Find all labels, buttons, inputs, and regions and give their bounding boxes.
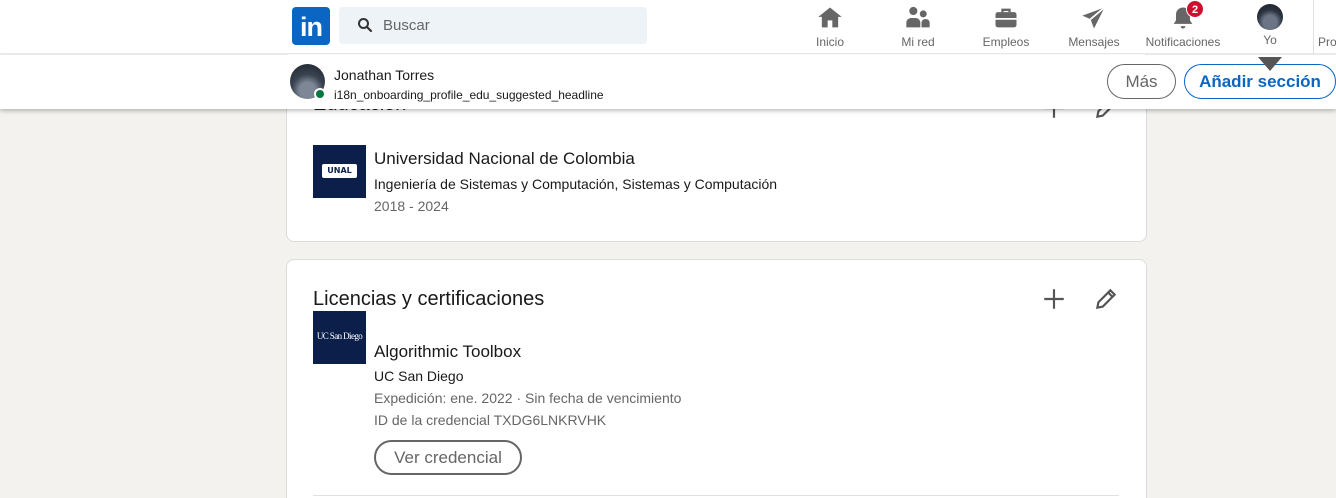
divider: [313, 495, 1119, 496]
certifications-card: Licencias y certificaciones UC San Diego…: [286, 259, 1147, 498]
profile-name: Jonathan Torres: [334, 67, 435, 83]
global-nav: in Inicio Mi red Empleos Mensajes 2 Noti…: [0, 0, 1336, 71]
credential-id: ID de la credencial TXDG6LNKRVHK: [374, 412, 607, 428]
chevron-down-icon: [1258, 57, 1282, 71]
nav-item-mensajes[interactable]: Mensajes: [1064, 0, 1124, 54]
people-icon: [906, 6, 930, 28]
search-input[interactable]: [383, 7, 633, 44]
notification-badge: 2: [1186, 0, 1204, 18]
avatar: [1257, 4, 1283, 30]
degree-text: Ingeniería de Sistemas y Computación, Si…: [374, 176, 778, 192]
edit-certification-icon[interactable]: [1093, 286, 1119, 312]
certification-issued: Expedición: ene. 2022 · Sin fecha de ven…: [374, 390, 682, 406]
nav-item-notificaciones[interactable]: 2 Notificaciones: [1140, 0, 1226, 54]
home-icon: [818, 7, 842, 28]
linkedin-logo[interactable]: in: [292, 7, 330, 45]
search-box[interactable]: [339, 7, 647, 44]
school-name[interactable]: Universidad Nacional de Colombia: [374, 149, 635, 169]
add-certification-icon[interactable]: [1041, 286, 1067, 312]
briefcase-icon: [995, 8, 1017, 28]
nav-item-pro[interactable]: Pro: [1318, 0, 1336, 54]
search-icon: [358, 18, 373, 33]
paper-plane-icon: [1082, 6, 1106, 29]
sticky-profile-bar: Jonathan Torres i18n_onboarding_profile_…: [0, 55, 1336, 109]
nav-divider: [1313, 0, 1314, 54]
nav-item-empleos[interactable]: Empleos: [978, 0, 1034, 54]
view-credential-button[interactable]: Ver credencial: [374, 440, 522, 475]
certification-name[interactable]: Algorithmic Toolbox: [374, 342, 521, 362]
nav-item-yo[interactable]: Yo: [1248, 0, 1292, 71]
education-dates: 2018 - 2024: [374, 198, 449, 214]
nav-item-inicio[interactable]: Inicio: [808, 0, 852, 54]
more-button[interactable]: Más: [1107, 64, 1176, 99]
online-status-dot: [314, 88, 326, 100]
profile-headline: i18n_onboarding_profile_edu_suggested_he…: [334, 88, 604, 102]
certifications-title: Licencias y certificaciones: [313, 288, 545, 310]
ucsd-logo: UC San Diego: [313, 311, 366, 364]
certification-issuer: UC San Diego: [374, 368, 464, 384]
unal-logo: UNAL: [313, 145, 366, 198]
nav-item-mi-red[interactable]: Mi red: [896, 0, 940, 54]
